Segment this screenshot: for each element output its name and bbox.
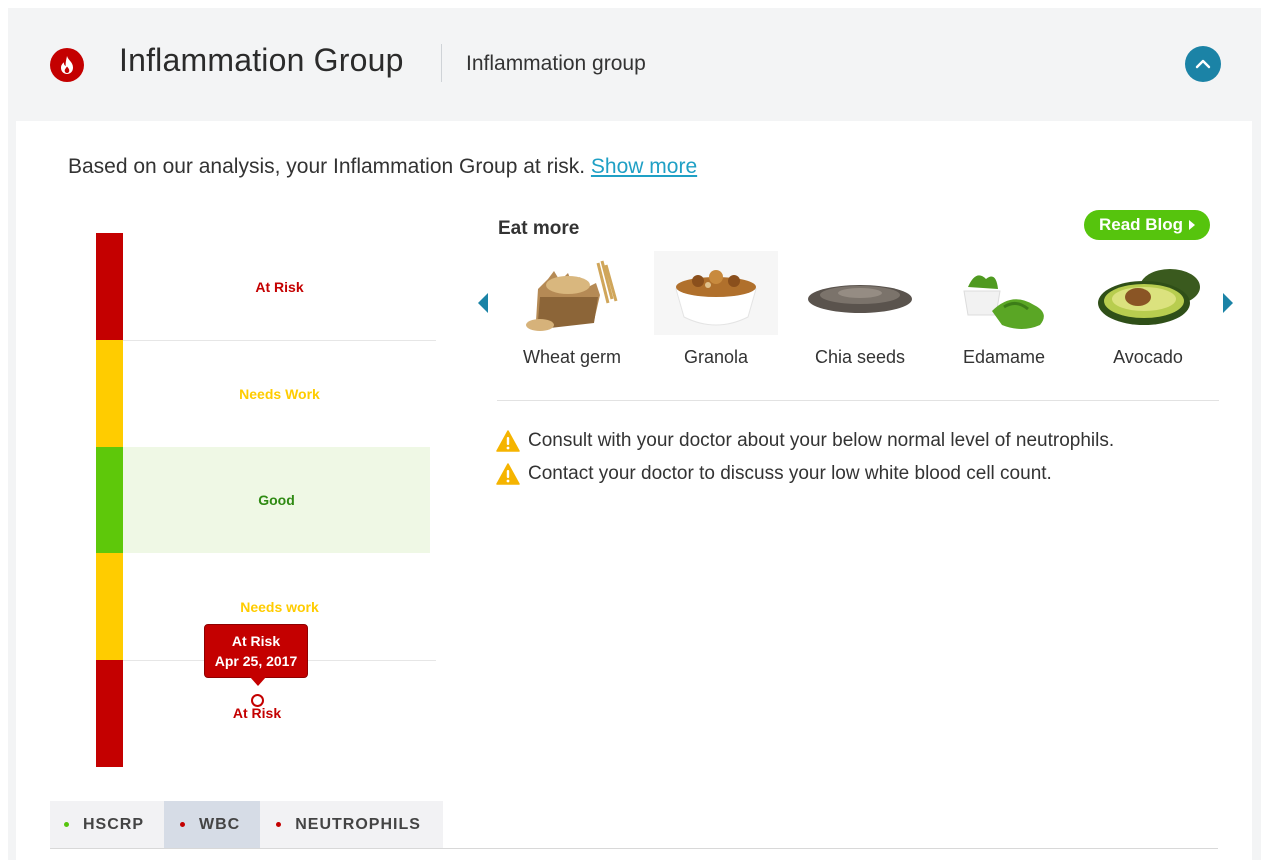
flame-icon (50, 48, 84, 82)
gauge-segment-needs-work-top (96, 340, 123, 447)
tip-item: Contact your doctor to discuss your low … (496, 463, 1052, 485)
zone-label-good: Good (123, 447, 430, 553)
tab-hscrp[interactable]: HSCRP (50, 801, 164, 848)
read-blog-button[interactable]: Read Blog (1084, 210, 1210, 240)
gauge-segment-at-risk-bottom (96, 660, 123, 767)
food-item-avocado[interactable]: Avocado (1083, 251, 1213, 368)
granola-image (654, 251, 778, 335)
caret-right-icon (1189, 220, 1196, 230)
tab-label: WBC (199, 815, 241, 833)
food-name: Wheat germ (522, 347, 622, 367)
tab-label: NEUTROPHILS (295, 815, 421, 833)
biomarker-tabs: HSCRP WBC NEUTROPHILS (50, 801, 443, 848)
gauge-segment-needs-work-bottom (96, 553, 123, 660)
tab-wbc[interactable]: WBC (164, 801, 261, 848)
tab-label: HSCRP (83, 815, 145, 833)
carousel-prev-arrow-icon[interactable] (478, 293, 488, 313)
show-more-link[interactable]: Show more (591, 155, 697, 178)
tip-item: Consult with your doctor about your belo… (496, 430, 1114, 452)
wheat-germ-image (510, 251, 634, 335)
zone-label-needs-work-top: Needs Work (239, 385, 320, 402)
page-title: Inflammation Group (119, 42, 404, 78)
panel-header: Inflammation Group Inflammation group (8, 8, 1261, 121)
gauge-segment-at-risk-top (96, 233, 123, 340)
food-item-wheat-germ[interactable]: Wheat germ (507, 251, 637, 368)
risk-summary: Based on our analysis, your Inflammation… (68, 155, 697, 179)
status-dot (64, 822, 69, 827)
food-name: Chia seeds (814, 347, 906, 367)
chia-seeds-image (798, 251, 922, 335)
tooltip-date: Apr 25, 2017 (214, 653, 298, 669)
collapse-button[interactable] (1185, 46, 1221, 82)
warning-icon (496, 430, 520, 452)
tooltip-status: At Risk (231, 633, 281, 649)
tab-neutrophils[interactable]: NEUTROPHILS (260, 801, 443, 848)
inflammation-group-panel: Inflammation Group Inflammation group Ba… (8, 8, 1261, 860)
zone-label-at-risk-top: At Risk (255, 278, 304, 295)
gauge-segment-good (96, 447, 123, 553)
content-card: Based on our analysis, your Inflammation… (16, 121, 1252, 860)
read-blog-label: Read Blog (1098, 215, 1184, 234)
avocado-image (1086, 251, 1210, 335)
carousel-next-arrow-icon[interactable] (1223, 293, 1233, 313)
gauge-tooltip: At Risk Apr 25, 2017 (204, 624, 308, 686)
summary-text: Based on our analysis, your Inflammation… (68, 155, 591, 178)
status-dot (276, 822, 282, 827)
gauge-marker-label: At Risk (232, 705, 282, 721)
food-item-granola[interactable]: Granola (651, 251, 781, 368)
risk-gauge: At Risk Needs Work Good Needs work At Ri… (96, 233, 436, 767)
food-item-chia-seeds[interactable]: Chia seeds (795, 251, 925, 368)
tabs-underline (50, 848, 1218, 849)
eat-more-heading: Eat more (498, 218, 580, 239)
warning-icon (496, 463, 520, 485)
chevron-up-icon (1195, 59, 1211, 69)
food-name: Avocado (1113, 347, 1183, 367)
edamame-image (942, 251, 1066, 335)
section-divider (497, 400, 1219, 401)
header-divider (441, 44, 442, 82)
status-dot (180, 822, 186, 827)
tip-text: Consult with your doctor about your belo… (528, 430, 1115, 451)
food-name: Granola (683, 347, 749, 367)
page-subtitle: Inflammation group (466, 52, 646, 75)
food-item-edamame[interactable]: Edamame (939, 251, 1069, 368)
tip-text: Contact your doctor to discuss your low … (528, 463, 1052, 484)
food-name: Edamame (962, 347, 1046, 367)
